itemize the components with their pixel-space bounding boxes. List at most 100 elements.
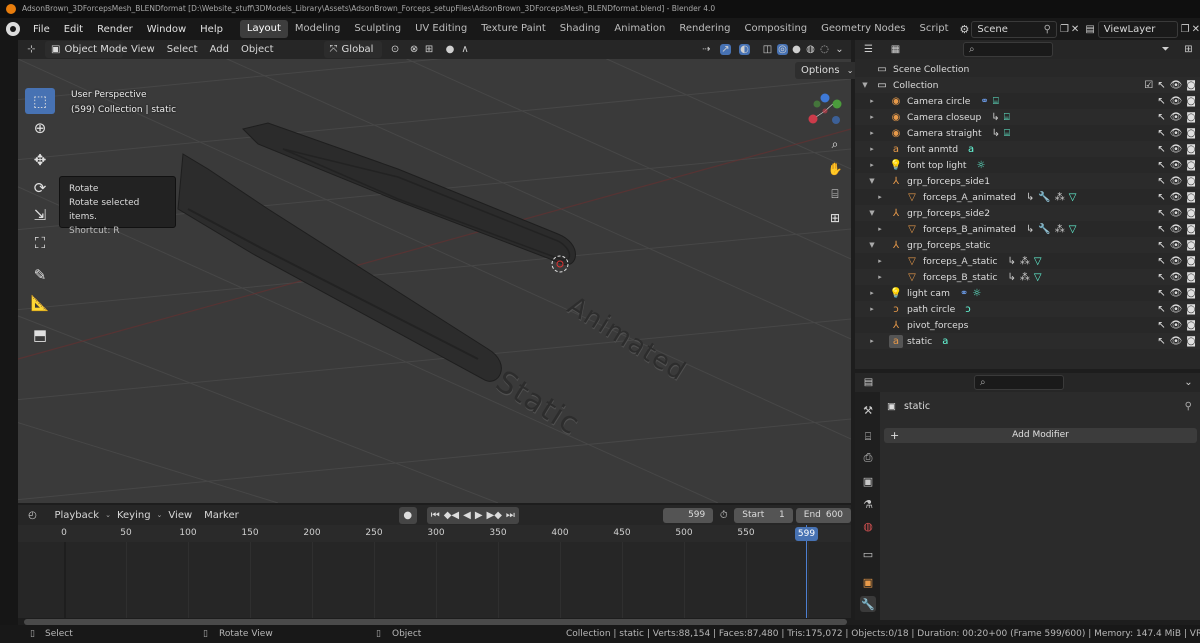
tab-layout[interactable]: Layout — [239, 20, 288, 38]
menu-edit[interactable]: Edit — [57, 24, 90, 35]
vertex-groups-icon[interactable]: ⁂ — [1020, 256, 1030, 267]
parent-link-icon[interactable]: ↳ — [1026, 192, 1034, 203]
tab-rendering[interactable]: Rendering — [672, 20, 737, 38]
solid-shading-icon[interactable]: ● — [791, 44, 802, 55]
add-cube-tool-icon[interactable]: ⬒ — [25, 322, 55, 348]
camera-data-icon[interactable]: ⌸ — [993, 96, 999, 107]
tab-sculpting[interactable]: Sculpting — [347, 20, 408, 38]
rotate-tool-icon[interactable]: ⟳ — [25, 175, 55, 201]
delete-view-layer-icon[interactable]: ✕ — [1192, 24, 1200, 35]
timeline-editor-type-icon[interactable]: ◴ — [28, 510, 37, 521]
outliner-row-forceps-b-static[interactable]: ▸ ▽ forceps_B_static ↳ ⁂ ▽ ↖ 👁 ◙ — [855, 269, 1200, 285]
menu-view[interactable]: View — [125, 41, 161, 58]
modifier-wrench-icon[interactable]: 🔧 — [1038, 224, 1050, 235]
transform-orientation[interactable]: ⤧ Global — [323, 41, 382, 58]
eye-icon[interactable]: 👁 — [1170, 256, 1183, 267]
outliner-row-forceps-b-animated[interactable]: ▸ ▽ forceps_B_animated ↳ 🔧 ⁂ ▽ ↖ 👁 ◙ — [855, 221, 1200, 237]
new-view-layer-icon[interactable]: ❐ — [1181, 24, 1190, 35]
zoom-icon[interactable]: ⌕ — [824, 133, 846, 155]
pivot-point-icon[interactable]: ⊙ — [390, 44, 401, 55]
camera-icon[interactable]: ◙ — [1186, 256, 1196, 267]
camera-icon[interactable]: ◙ — [1186, 160, 1196, 171]
outliner-row-camera-closeup[interactable]: ▸ ◉ Camera closeup ↳ ⌸ ↖ 👁 ◙ — [855, 109, 1200, 125]
mesh-data-icon[interactable]: ▽ — [1069, 224, 1077, 235]
eye-icon[interactable]: 👁 — [1170, 128, 1183, 139]
outliner-row-camera-straight[interactable]: ▸ ◉ Camera straight ↳ ⌸ ↖ 👁 ◙ — [855, 125, 1200, 141]
timeline-ruler[interactable]: 0 50 100 150 200 250 300 350 400 450 500… — [18, 525, 851, 542]
outliner-row-grp-forceps-side2[interactable]: ▼ ⅄ grp_forceps_side2 ↖ 👁 ◙ — [855, 205, 1200, 221]
new-scene-icon[interactable]: ❐ — [1060, 24, 1069, 35]
tab-geometry-nodes[interactable]: Geometry Nodes — [814, 20, 912, 38]
camera-icon[interactable]: ◙ — [1186, 240, 1196, 251]
current-frame-field[interactable]: 599 — [662, 507, 714, 523]
outliner-row-forceps-a-animated[interactable]: ▸ ▽ forceps_A_animated ↳ 🔧 ⁂ ▽ ↖ 👁 ◙ — [855, 189, 1200, 205]
tab-texture-paint[interactable]: Texture Paint — [474, 20, 553, 38]
selectable-icon[interactable]: ↖ — [1157, 160, 1165, 171]
jump-end-icon[interactable]: ⏭ — [506, 510, 515, 521]
menu-render[interactable]: Render — [90, 24, 140, 35]
play-reverse-icon[interactable]: ◀ — [463, 510, 471, 521]
camera-icon[interactable]: ◙ — [1186, 144, 1196, 155]
vertex-groups-icon[interactable]: ⁂ — [1020, 272, 1030, 283]
curve-data-icon[interactable]: ↄ — [965, 304, 971, 315]
outliner-row-static[interactable]: ▸ a static a ↖ 👁 ◙ — [855, 333, 1200, 349]
mesh-data-icon[interactable]: ▽ — [1034, 256, 1042, 267]
outliner-row-forceps-a-static[interactable]: ▸ ▽ forceps_A_static ↳ ⁂ ▽ ↖ 👁 ◙ — [855, 253, 1200, 269]
end-frame-field[interactable]: End 600 — [795, 507, 852, 523]
camera-icon[interactable]: ◙ — [1186, 80, 1196, 91]
camera-icon[interactable]: ◙ — [1186, 224, 1196, 235]
properties-editor-type-icon[interactable]: ▤ — [863, 377, 874, 388]
camera-view-icon[interactable]: ⌸ — [824, 183, 846, 205]
cursor-tool-icon[interactable]: ⊕ — [25, 115, 55, 141]
eye-icon[interactable]: 👁 — [1170, 304, 1183, 315]
move-tool-icon[interactable]: ✥ — [25, 147, 55, 173]
outliner-row-pivot-forceps[interactable]: ⅄ pivot_forceps ↖ 👁 ◙ — [855, 317, 1200, 333]
menu-object[interactable]: Object — [235, 41, 280, 58]
eye-icon[interactable]: 👁 — [1170, 240, 1183, 251]
outliner-row-light-cam[interactable]: ▸ 💡 light cam ⚭ ☼ ↖ 👁 ◙ — [855, 285, 1200, 301]
tab-compositing[interactable]: Compositing — [737, 20, 814, 38]
jump-start-icon[interactable]: ⏮ — [431, 510, 440, 521]
jump-keyframe-back-icon[interactable]: ◆◀ — [444, 510, 459, 521]
record-button[interactable]: ● — [398, 506, 417, 524]
outliner-row-camera-circle[interactable]: ▸ ◉ Camera circle ⚭ ⌸ ↖ 👁 ◙ — [855, 93, 1200, 109]
object-visibility-icon[interactable]: ⇢ — [701, 44, 712, 55]
blender-menu-icon[interactable] — [6, 22, 20, 36]
render-tab-icon[interactable]: ⌸ — [860, 429, 876, 445]
eye-icon[interactable]: 👁 — [1170, 336, 1183, 347]
parent-link-icon[interactable]: ↳ — [1026, 224, 1034, 235]
overlay-toggle-icon[interactable]: ◐ — [739, 44, 750, 55]
eye-icon[interactable]: 👁 — [1170, 112, 1183, 123]
snap-icon[interactable]: ⊗ — [409, 44, 420, 55]
vertex-groups-icon[interactable]: ⁂ — [1055, 224, 1065, 235]
editor-type-icon[interactable]: ⊹ — [26, 44, 37, 55]
tab-uv-editing[interactable]: UV Editing — [408, 20, 474, 38]
eye-icon[interactable]: 👁 — [1170, 320, 1183, 331]
camera-icon[interactable]: ◙ — [1186, 176, 1196, 187]
selectable-icon[interactable]: ↖ — [1157, 176, 1165, 187]
selectable-icon[interactable]: ↖ — [1157, 96, 1165, 107]
eye-icon[interactable]: 👁 — [1170, 160, 1183, 171]
selectable-icon[interactable]: ↖ — [1157, 240, 1165, 251]
new-collection-icon[interactable]: ⊞ — [1183, 44, 1194, 55]
selectable-icon[interactable]: ↖ — [1157, 256, 1165, 267]
selectable-icon[interactable]: ↖ — [1157, 288, 1165, 299]
eye-icon[interactable]: 👁 — [1170, 272, 1183, 283]
rendered-shading-icon[interactable]: ◌ — [819, 44, 830, 55]
menu-select[interactable]: Select — [161, 41, 204, 58]
menu-marker[interactable]: Marker — [198, 507, 245, 524]
eye-icon[interactable]: 👁 — [1170, 176, 1183, 187]
xray-toggle-icon[interactable]: ◫ — [762, 44, 773, 55]
camera-icon[interactable]: ◙ — [1186, 336, 1196, 347]
proportional-edit-icon[interactable]: ● — [445, 44, 456, 55]
selectable-icon[interactable]: ↖ — [1157, 192, 1165, 203]
transform-tool-icon[interactable]: ⛶ — [25, 230, 55, 256]
options-dropdown[interactable]: Options ⌄ — [795, 62, 860, 79]
tool-tab-icon[interactable]: ⚒ — [860, 402, 876, 418]
eye-icon[interactable]: 👁 — [1170, 192, 1183, 203]
world-tab-icon[interactable]: ◍ — [860, 518, 876, 534]
camera-icon[interactable]: ◙ — [1186, 192, 1196, 203]
scene-selector[interactable]: Scene ⚲ — [971, 20, 1057, 38]
expand-arrow-icon[interactable]: ▼ — [855, 241, 889, 249]
constraint-icon[interactable]: ⚭ — [980, 96, 988, 107]
